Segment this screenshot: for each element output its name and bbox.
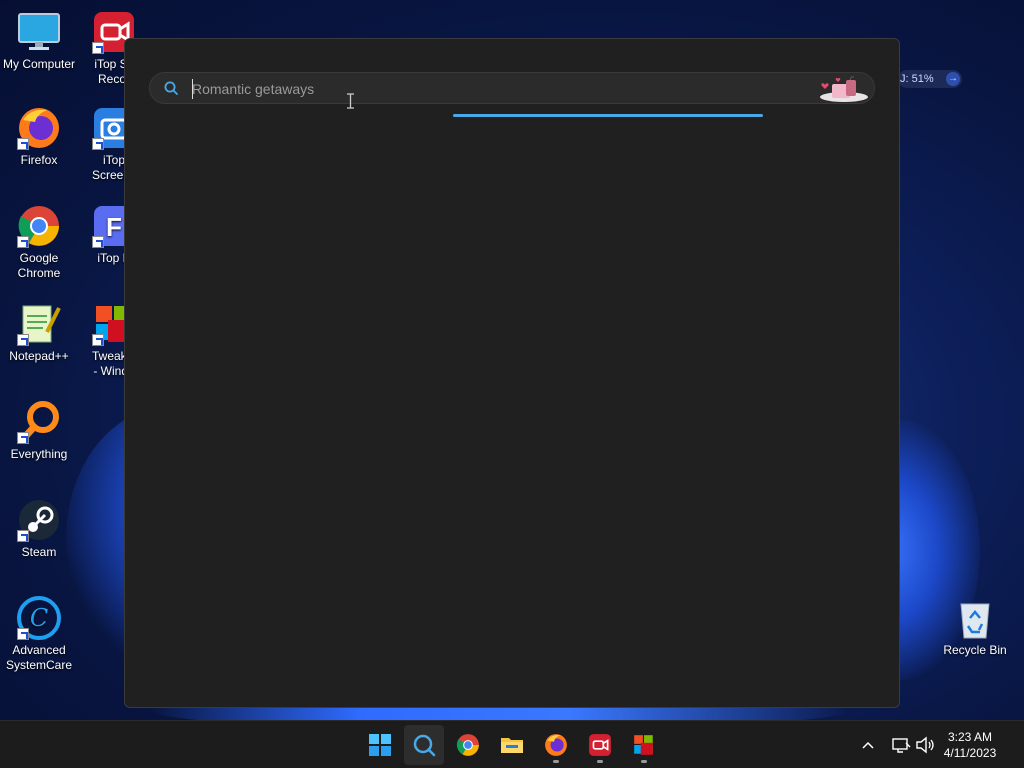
start-button[interactable] [360, 725, 400, 765]
clock-date: 4/11/2023 [943, 746, 997, 760]
monitor-icon [17, 10, 61, 54]
shortcut-arrow-icon [17, 432, 29, 444]
volume-icon[interactable] [915, 735, 935, 755]
shortcut-arrow-icon [92, 42, 104, 54]
running-indicator [553, 760, 559, 763]
running-indicator [597, 760, 603, 763]
running-indicator [641, 760, 647, 763]
search-icon [413, 734, 436, 757]
desktop-icon-advanced-systemcare[interactable]: C Advanced SystemCare [0, 596, 79, 673]
windows-logo-icon [369, 734, 391, 756]
desktop-icon-notepadpp[interactable]: Notepad++ [0, 302, 79, 364]
performance-widget[interactable]: J: 51% → [898, 70, 962, 88]
itop-recorder-icon [589, 734, 611, 756]
steam-icon [17, 498, 61, 542]
search-input[interactable] [192, 78, 792, 100]
search-box[interactable] [149, 72, 875, 104]
loading-progress-bar [453, 114, 763, 117]
shortcut-arrow-icon [17, 236, 29, 248]
notepadpp-icon [17, 302, 61, 346]
search-window [124, 38, 900, 708]
tweaking-icon [634, 735, 653, 755]
text-cursor-icon [347, 93, 354, 109]
chevron-up-icon[interactable] [860, 737, 876, 753]
taskbar-chrome-button[interactable] [448, 725, 488, 765]
svg-text:F: F [106, 212, 122, 242]
arrow-right-icon[interactable]: → [946, 72, 960, 86]
taskbar-firefox-button[interactable] [536, 725, 576, 765]
shortcut-arrow-icon [17, 138, 29, 150]
taskbar-itop-recorder-button[interactable] [580, 725, 620, 765]
network-icon[interactable] [891, 735, 911, 755]
search-icon [164, 81, 178, 95]
chrome-icon [456, 734, 479, 756]
recycle-bin-icon [953, 596, 997, 640]
desktop-icon-my-computer[interactable]: My Computer [0, 10, 79, 72]
shortcut-arrow-icon [92, 334, 104, 346]
firefox-icon [17, 106, 61, 150]
magnifier-icon [17, 400, 61, 444]
svg-text:C: C [30, 604, 48, 632]
folder-icon [501, 738, 523, 753]
search-highlight-illustration-icon [820, 76, 868, 102]
desktop-icon-firefox[interactable]: Firefox [0, 106, 79, 168]
chrome-icon [17, 204, 61, 248]
shortcut-arrow-icon [17, 334, 29, 346]
systemcare-icon: C [17, 596, 61, 640]
taskbar-tweaking-button[interactable] [624, 725, 664, 765]
taskbar-search-button[interactable] [404, 725, 444, 765]
text-caret [192, 79, 193, 99]
widget-text: J: 51% [900, 73, 934, 85]
shortcut-arrow-icon [17, 530, 29, 542]
desktop-icon-steam[interactable]: Steam [0, 498, 79, 560]
taskbar: 3:23 AM 4/11/2023 [0, 720, 1024, 768]
clock-time: 3:23 AM [947, 730, 993, 744]
desktop-icon-everything[interactable]: Everything [0, 400, 79, 462]
clock[interactable]: 3:23 AM 4/11/2023 [935, 729, 1005, 761]
taskbar-file-explorer-button[interactable] [492, 725, 532, 765]
desktop-icon-chrome[interactable]: Google Chrome [0, 204, 79, 281]
shortcut-arrow-icon [17, 628, 29, 640]
shortcut-arrow-icon [92, 138, 104, 150]
firefox-icon [545, 734, 567, 756]
desktop-icon-recycle-bin[interactable]: Recycle Bin [935, 596, 1015, 658]
shortcut-arrow-icon [92, 236, 104, 248]
